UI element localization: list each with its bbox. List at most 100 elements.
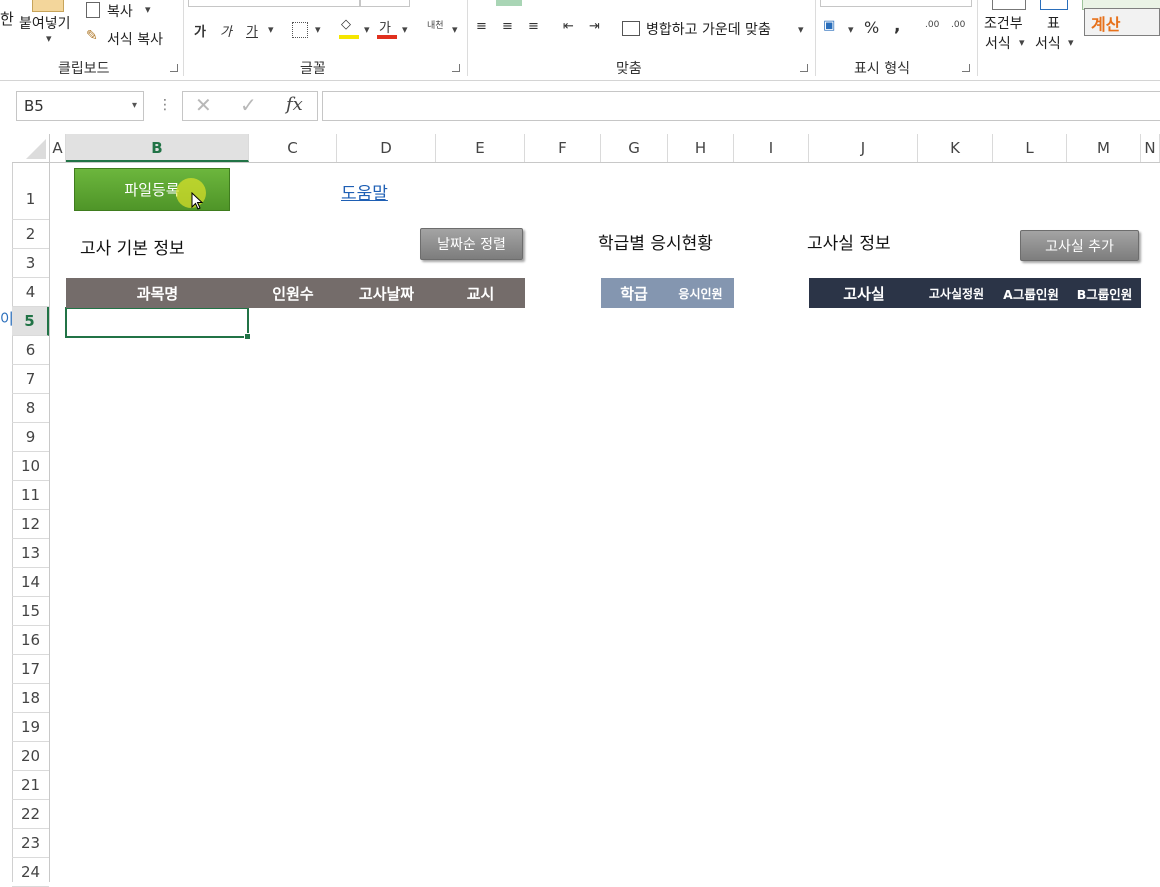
column-header-n[interactable]: N [1141, 134, 1160, 162]
row-header-10[interactable]: 10 [12, 452, 49, 481]
column-header-b[interactable]: B [66, 134, 249, 162]
column-header-a[interactable]: A [50, 134, 66, 162]
copy-dropdown-icon[interactable]: ▾ [145, 3, 151, 16]
format-painter-button[interactable]: 서식 복사 [107, 29, 163, 49]
active-cell-b5[interactable] [65, 307, 251, 340]
decrease-indent-icon[interactable]: ⇤ [563, 19, 574, 34]
conditional-dropdown-icon[interactable]: ▾ [1019, 36, 1025, 49]
header-applicants[interactable]: 응시인원 [667, 278, 734, 308]
font-name-box[interactable] [188, 0, 360, 7]
header-exam-date[interactable]: 고사날짜 [337, 278, 436, 308]
paste-icon[interactable] [32, 0, 64, 12]
align-top-active[interactable] [496, 0, 522, 6]
add-room-button[interactable]: 고사실 추가 [1020, 230, 1139, 261]
increase-decimal-button[interactable]: .00 [925, 20, 939, 30]
decrease-decimal-button[interactable]: .00 [951, 20, 965, 30]
align-right-icon[interactable]: ≡ [528, 19, 539, 34]
column-header-g[interactable]: G [601, 134, 668, 162]
align-left-icon[interactable]: ≡ [476, 19, 487, 34]
row-header-6[interactable]: 6 [12, 336, 49, 365]
paste-dropdown-icon[interactable]: ▾ [46, 32, 52, 45]
header-group-b[interactable]: B그룹인원 [1068, 278, 1141, 308]
accounting-dropdown-icon[interactable]: ▾ [848, 23, 854, 36]
help-link[interactable]: 도움말 [341, 179, 388, 204]
sort-by-date-button[interactable]: 날짜순 정렬 [420, 228, 523, 260]
header-subject[interactable]: 과목명 [66, 278, 249, 308]
conditional-format-button[interactable]: 조건부 [984, 13, 1023, 33]
row-header-4[interactable]: 4 [12, 278, 49, 307]
format-as-table-label[interactable]: 서식 [1035, 33, 1061, 53]
column-header-k[interactable]: K [918, 134, 993, 162]
row-header-8[interactable]: 8 [12, 394, 49, 423]
font-size-box[interactable] [360, 0, 410, 7]
column-header-m[interactable]: M [1067, 134, 1141, 162]
number-launcher-icon[interactable] [962, 64, 970, 72]
file-register-button[interactable]: 파일등록 [74, 168, 230, 211]
row-header-14[interactable]: 14 [12, 568, 49, 597]
bold-button[interactable]: 가 [194, 21, 206, 40]
format-as-table-button[interactable]: 표 [1047, 13, 1060, 33]
fill-color-dropdown-icon[interactable]: ▾ [364, 23, 370, 36]
percent-button[interactable]: % [864, 18, 879, 37]
row-header-11[interactable]: 11 [12, 481, 49, 510]
column-header-h[interactable]: H [668, 134, 734, 162]
column-header-f[interactable]: F [525, 134, 601, 162]
alignment-launcher-icon[interactable] [800, 64, 808, 72]
column-header-e[interactable]: E [436, 134, 525, 162]
header-group-a[interactable]: A그룹인원 [994, 278, 1068, 308]
number-format-box[interactable] [820, 0, 972, 7]
merge-center-button[interactable]: 병합하고 가운데 맞춤 [646, 19, 771, 39]
accounting-format-icon[interactable]: ▣ [823, 18, 835, 33]
header-headcount[interactable]: 인원수 [249, 278, 337, 308]
conditional-format-label[interactable]: 서식 [985, 33, 1011, 53]
cancel-icon[interactable]: ✕ [195, 93, 212, 117]
phonetic-dropdown-icon[interactable]: ▾ [452, 23, 458, 36]
underline-button[interactable]: 가 [246, 21, 258, 40]
italic-button[interactable]: 가 [220, 21, 232, 40]
row-header-1[interactable]: 1 [12, 162, 49, 220]
enter-icon[interactable]: ✓ [240, 93, 257, 117]
underline-dropdown-icon[interactable]: ▾ [268, 23, 274, 36]
table-dropdown-icon[interactable]: ▾ [1068, 36, 1074, 49]
insert-function-button[interactable]: fx [286, 94, 303, 115]
increase-indent-icon[interactable]: ⇥ [589, 19, 600, 34]
row-header-22[interactable]: 22 [12, 800, 49, 829]
header-room[interactable]: 고사실 [809, 278, 919, 308]
column-header-c[interactable]: C [249, 134, 337, 162]
row-header-19[interactable]: 19 [12, 713, 49, 742]
row-header-7[interactable]: 7 [12, 365, 49, 394]
row-header-16[interactable]: 16 [12, 626, 49, 655]
align-center-icon[interactable]: ≡ [502, 19, 513, 34]
row-header-23[interactable]: 23 [12, 829, 49, 858]
formula-bar-grip-icon[interactable]: ⋮ [158, 97, 172, 113]
formula-input[interactable] [322, 91, 1160, 121]
row-header-21[interactable]: 21 [12, 771, 49, 800]
header-class[interactable]: 학급 [601, 278, 667, 308]
row-header-17[interactable]: 17 [12, 655, 49, 684]
paste-button[interactable]: 붙여넣기 [19, 13, 71, 33]
column-header-l[interactable]: L [993, 134, 1067, 162]
row-header-18[interactable]: 18 [12, 684, 49, 713]
row-header-24[interactable]: 24 [12, 858, 49, 887]
header-room-capacity[interactable]: 고사실정원 [919, 278, 994, 308]
comma-button[interactable]: , [894, 16, 900, 36]
select-all-corner[interactable] [12, 134, 50, 162]
row-header-12[interactable]: 12 [12, 510, 49, 539]
row-header-15[interactable]: 15 [12, 597, 49, 626]
merge-dropdown-icon[interactable]: ▾ [798, 23, 804, 36]
row-header-20[interactable]: 20 [12, 742, 49, 771]
row-header-5[interactable]: 5 [12, 307, 49, 336]
row-header-2[interactable]: 2 [12, 220, 49, 249]
copy-button[interactable]: 복사 [107, 1, 133, 21]
fill-color-icon[interactable]: ◇ [341, 17, 351, 32]
column-header-i[interactable]: I [734, 134, 809, 162]
row-header-3[interactable]: 3 [12, 249, 49, 278]
name-box-dropdown-icon[interactable]: ▾ [132, 92, 137, 120]
column-header-j[interactable]: J [809, 134, 918, 162]
name-box[interactable]: B5 ▾ [16, 91, 144, 121]
font-color-button[interactable]: 가 [379, 17, 391, 36]
fill-handle[interactable] [244, 333, 251, 340]
font-launcher-icon[interactable] [452, 64, 460, 72]
font-color-dropdown-icon[interactable]: ▾ [402, 23, 408, 36]
row-header-13[interactable]: 13 [12, 539, 49, 568]
